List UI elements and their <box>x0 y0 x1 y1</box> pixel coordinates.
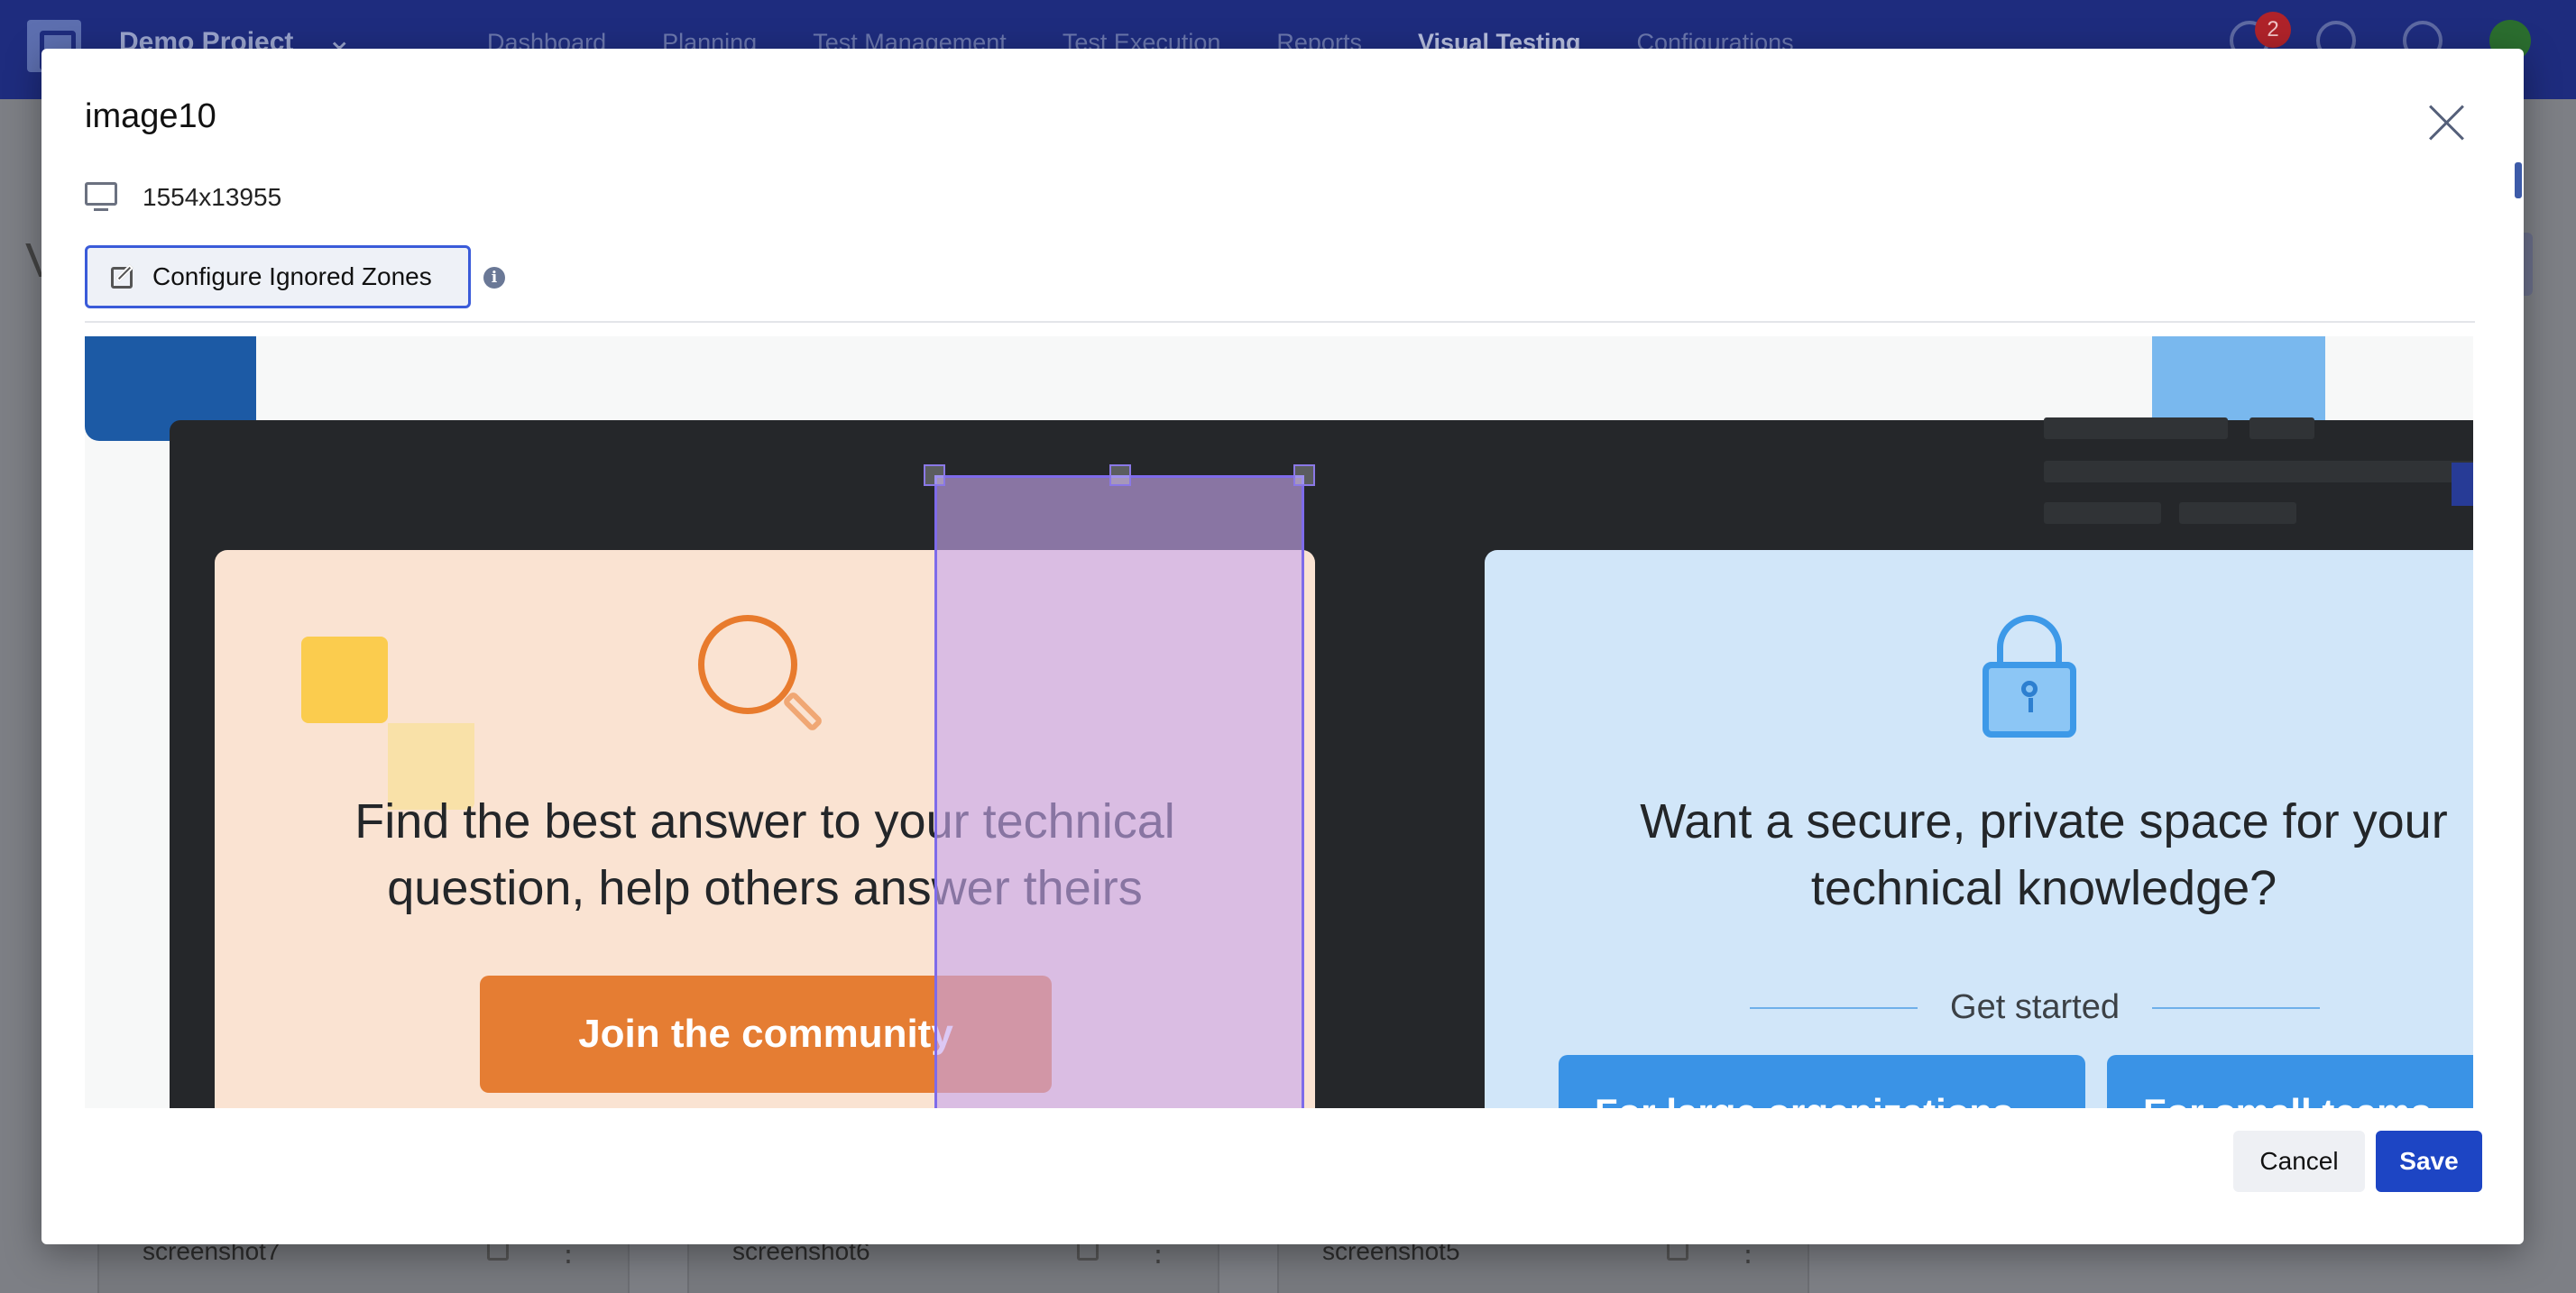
preview-decoration <box>2452 463 2473 506</box>
preview-decoration <box>2152 336 2325 421</box>
small-teams-button: For small teams <box>2107 1055 2473 1108</box>
configure-ignored-zones-label: Configure Ignored Zones <box>152 262 432 290</box>
modal-title: image10 <box>85 97 216 135</box>
heading-line: technical knowledge? <box>1810 861 2277 915</box>
resolution-text: 1554x13955 <box>143 183 282 211</box>
lock-icon <box>1983 615 2080 741</box>
resolution-row: 1554x13955 <box>85 182 281 213</box>
monitor-icon <box>85 182 117 213</box>
heading-line: Want a secure, private space for your <box>1640 794 2448 848</box>
magnifier-icon <box>698 615 824 741</box>
preview-placeholder-bar <box>2044 417 2228 439</box>
preview-placeholder-bar <box>2179 502 2296 524</box>
close-icon[interactable] <box>2426 103 2466 142</box>
image-detail-modal: image10 1554x13955 Configure Ignored Zon… <box>41 49 2524 1244</box>
preview-placeholder-bar <box>2044 461 2473 482</box>
configure-ignored-zones-button[interactable]: Configure Ignored Zones <box>85 245 471 308</box>
teams-heading: Want a secure, private space for your te… <box>1593 788 2473 922</box>
decorative-square <box>301 637 388 723</box>
zone-resize-handle-top[interactable] <box>1109 464 1131 486</box>
get-started-divider: Get started <box>1750 988 2321 1027</box>
large-organizations-button: For large organizations <box>1559 1055 2085 1108</box>
zone-resize-handle-top-left[interactable] <box>924 464 945 486</box>
save-button[interactable]: Save <box>2376 1131 2482 1192</box>
notification-badge: 2 <box>2255 12 2291 48</box>
pencil-icon <box>111 263 138 290</box>
get-started-label: Get started <box>1950 988 2120 1026</box>
cancel-button[interactable]: Cancel <box>2233 1131 2365 1192</box>
preview-placeholder-bar <box>2249 417 2314 439</box>
teams-card: Want a secure, private space for your te… <box>1485 550 2473 1108</box>
info-icon[interactable]: i <box>483 267 505 289</box>
preview-placeholder-bar <box>2044 502 2161 524</box>
divider <box>85 321 2475 323</box>
scrollbar[interactable] <box>2515 162 2522 198</box>
zone-resize-handle-top-right[interactable] <box>1293 464 1315 486</box>
ignored-zone-rectangle[interactable] <box>934 475 1304 1108</box>
screenshot-preview[interactable]: Find the best answer to your technical q… <box>85 336 2473 1108</box>
